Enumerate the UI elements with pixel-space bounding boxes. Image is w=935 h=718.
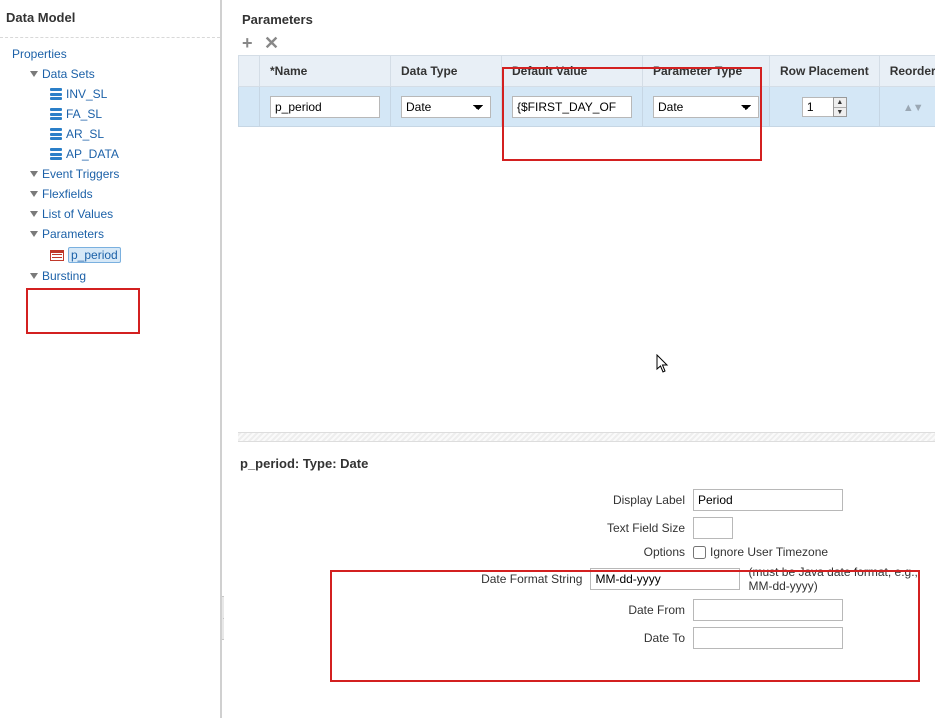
caret-down-icon[interactable] <box>30 71 38 77</box>
add-icon[interactable]: + <box>242 35 258 51</box>
event-triggers-link[interactable]: Event Triggers <box>42 167 119 181</box>
main-title: Parameters <box>224 0 935 35</box>
tree-leaf-fa-sl[interactable]: FA_SL <box>12 104 220 124</box>
col-row-placement: Row Placement <box>770 56 880 87</box>
display-label-label: Display Label <box>238 493 693 507</box>
form-row-date-from: Date From <box>238 599 935 621</box>
caret-down-icon[interactable] <box>30 171 38 177</box>
reorder-arrows-icon[interactable]: ▲▼ <box>903 102 923 114</box>
properties-link[interactable]: Properties <box>12 47 67 61</box>
table-row[interactable]: Date Date ▲ ▼ <box>239 87 935 127</box>
row-placement-cell: ▲ ▼ <box>770 87 880 127</box>
tree-node-event-triggers[interactable]: Event Triggers <box>12 164 220 184</box>
form-row-options: Options Ignore User Timezone <box>238 545 935 559</box>
caret-down-icon[interactable] <box>30 231 38 237</box>
date-from-input[interactable] <box>693 599 843 621</box>
form-row-text-field-size: Text Field Size <box>238 517 935 539</box>
delete-icon[interactable]: ✕ <box>264 35 280 51</box>
form-row-date-to: Date To <box>238 627 935 649</box>
tree-node-list-of-values[interactable]: List of Values <box>12 204 220 224</box>
dataset-icon <box>50 108 62 120</box>
data-type-select[interactable]: Date <box>401 96 491 118</box>
date-format-label: Date Format String <box>238 572 590 586</box>
options-label: Options <box>238 545 693 559</box>
tree-leaf-ar-sl[interactable]: AR_SL <box>12 124 220 144</box>
tree-leaf-p-period[interactable]: p_period <box>12 244 220 266</box>
p-period-link[interactable]: p_period <box>68 247 121 263</box>
tree-node-data-sets[interactable]: Data Sets <box>12 64 220 84</box>
list-of-values-link[interactable]: List of Values <box>42 207 113 221</box>
flexfields-link[interactable]: Flexfields <box>42 187 93 201</box>
parameter-type-select[interactable]: Date <box>653 96 759 118</box>
col-select <box>239 56 260 87</box>
dataset-link[interactable]: AP_DATA <box>66 147 119 161</box>
default-value-input[interactable] <box>512 96 632 118</box>
parameter-detail-panel: p_period: Type: Date Display Label Text … <box>238 448 935 655</box>
dataset-icon <box>50 148 62 160</box>
parameters-grid: *Name Data Type Default Value Parameter … <box>238 55 935 127</box>
dataset-link[interactable]: AR_SL <box>66 127 104 141</box>
tree-node-flexfields[interactable]: Flexfields <box>12 184 220 204</box>
col-parameter-type: Parameter Type <box>643 56 770 87</box>
row-name-cell <box>260 87 391 127</box>
dataset-link[interactable]: INV_SL <box>66 87 107 101</box>
spinner-up-icon[interactable]: ▲ <box>834 98 846 108</box>
text-field-size-input[interactable] <box>693 517 733 539</box>
parameter-icon <box>50 250 64 261</box>
tree-node-bursting[interactable]: Bursting <box>12 266 220 286</box>
col-default-value: Default Value <box>502 56 643 87</box>
parameters-link[interactable]: Parameters <box>42 227 104 241</box>
date-to-label: Date To <box>238 631 693 645</box>
col-name: *Name <box>260 56 391 87</box>
col-data-type: Data Type <box>391 56 502 87</box>
ignore-timezone-text: Ignore User Timezone <box>710 545 828 559</box>
sidebar-title: Data Model <box>0 0 220 38</box>
tree-root-properties[interactable]: Properties <box>12 44 220 64</box>
row-reorder-cell: ▲▼ <box>879 87 935 127</box>
row-default-value-cell <box>502 87 643 127</box>
nav-tree: Properties Data Sets INV_SL FA_SL AR_SL … <box>0 38 220 286</box>
tree-leaf-inv-sl[interactable]: INV_SL <box>12 84 220 104</box>
main-content: Parameters + ✕ *Name Data Type Default V… <box>224 0 935 718</box>
display-label-input[interactable] <box>693 489 843 511</box>
spinner-buttons[interactable]: ▲ ▼ <box>833 97 847 117</box>
form-row-date-format: Date Format String (must be Java date fo… <box>238 565 935 593</box>
tree-node-parameters[interactable]: Parameters <box>12 224 220 244</box>
sidebar: Data Model Properties Data Sets INV_SL F… <box>0 0 222 718</box>
ignore-timezone-checkbox[interactable] <box>693 546 706 559</box>
row-parameter-type-cell: Date <box>643 87 770 127</box>
caret-down-icon[interactable] <box>30 191 38 197</box>
col-reorder: Reorder <box>879 56 935 87</box>
caret-down-icon[interactable] <box>30 211 38 217</box>
text-field-size-label: Text Field Size <box>238 521 693 535</box>
date-to-input[interactable] <box>693 627 843 649</box>
horizontal-splitter[interactable] <box>238 432 935 442</box>
form-row-display-label: Display Label <box>238 489 935 511</box>
date-from-label: Date From <box>238 603 693 617</box>
caret-down-icon[interactable] <box>30 273 38 279</box>
data-sets-link[interactable]: Data Sets <box>42 67 95 81</box>
table-header-row: *Name Data Type Default Value Parameter … <box>239 56 935 87</box>
row-select-cell[interactable] <box>239 87 260 127</box>
row-data-type-cell: Date <box>391 87 502 127</box>
row-placement-input[interactable] <box>802 97 834 117</box>
spinner-down-icon[interactable]: ▼ <box>834 108 846 117</box>
dataset-icon <box>50 88 62 100</box>
dataset-icon <box>50 128 62 140</box>
date-format-hint: (must be Java date format, e.g., MM-dd-y… <box>748 565 935 593</box>
dataset-link[interactable]: FA_SL <box>66 107 102 121</box>
toolbar: + ✕ <box>224 35 935 55</box>
row-placement-spinner[interactable]: ▲ ▼ <box>802 97 847 117</box>
date-format-input[interactable] <box>590 568 740 590</box>
detail-title: p_period: Type: Date <box>238 448 935 483</box>
tree-leaf-ap-data[interactable]: AP_DATA <box>12 144 220 164</box>
name-input[interactable] <box>270 96 380 118</box>
bursting-link[interactable]: Bursting <box>42 269 86 283</box>
